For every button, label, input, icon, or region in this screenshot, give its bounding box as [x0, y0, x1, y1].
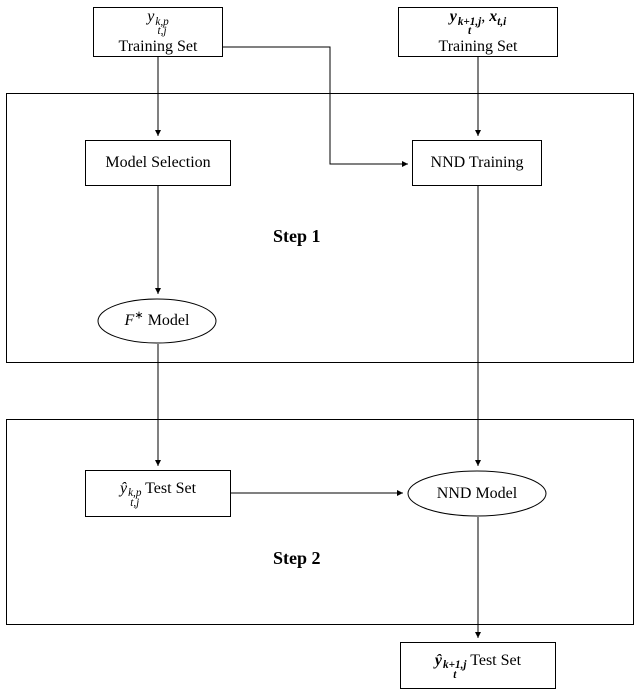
- step2-label: Step 2: [273, 548, 321, 569]
- node-ykp-training-set: yk,pt,j Training Set: [93, 7, 223, 57]
- final-math: ŷk+1,jt Test Set: [435, 651, 521, 681]
- model-selection-label: Model Selection: [105, 153, 210, 174]
- diagram-stage: Step 1 Step 2 yk,pt,j Training Set yk+1,…: [0, 0, 640, 696]
- node-yhat-test-set: ŷk,pt,j Test Set: [85, 470, 231, 517]
- node-yk1-xti-training-set: yk+1,jt, xt,i Training Set: [398, 7, 558, 57]
- fstar-math: F∗ Model: [121, 312, 194, 330]
- node-nnd-training: NND Training: [412, 140, 542, 186]
- ykp-subtitle: Training Set: [119, 37, 198, 58]
- ykp-math: yk,pt,j: [147, 7, 168, 37]
- yhat-math: ŷk,pt,j Test Set: [120, 479, 196, 509]
- nnd-model-label: NND Model: [433, 485, 521, 503]
- step2-container: [6, 419, 634, 625]
- node-final-test-set: ŷk+1,jt Test Set: [400, 642, 556, 689]
- step1-label: Step 1: [273, 226, 321, 247]
- node-nnd-model: NND Model: [407, 470, 547, 517]
- node-model-selection: Model Selection: [85, 140, 231, 186]
- yk1-subtitle: Training Set: [439, 37, 518, 58]
- nnd-training-label: NND Training: [431, 153, 524, 174]
- yk1-math: yk+1,jt, xt,i: [450, 7, 507, 37]
- node-fstar-model: F∗ Model: [97, 298, 217, 344]
